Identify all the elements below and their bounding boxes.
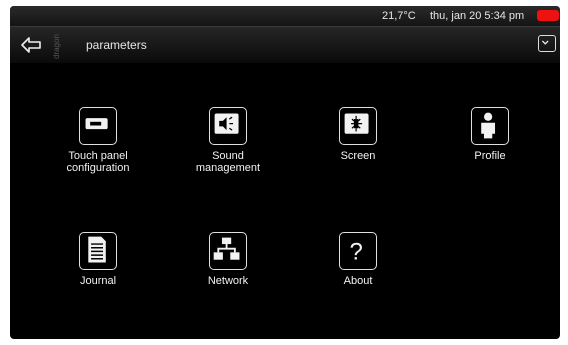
speaker-icon: [209, 107, 247, 145]
page-title: parameters: [86, 38, 147, 52]
tile-label: Touch panel configuration: [66, 150, 130, 174]
chevron-down-icon: [541, 40, 549, 45]
date-time: thu, jan 20 5:34 pm: [430, 10, 525, 22]
battery-icon: [537, 10, 559, 21]
tile-about[interactable]: ? About: [303, 232, 413, 287]
user-profile-icon: [471, 107, 509, 145]
tile-label: Screen: [340, 150, 376, 162]
tile-label: Sound management: [195, 150, 261, 174]
status-bar: 21,7°C thu, jan 20 5:34 pm: [10, 6, 560, 26]
title-bar: dragon parameters: [10, 26, 560, 63]
screen-brightness-icon: [339, 107, 377, 145]
svg-text:?: ?: [349, 239, 362, 266]
document-icon: [79, 232, 117, 270]
dropdown-button[interactable]: [538, 35, 556, 52]
tile-screen[interactable]: Screen: [303, 107, 413, 162]
tile-label: Network: [207, 275, 249, 287]
tile-sound-management[interactable]: Sound management: [173, 107, 283, 174]
tile-profile[interactable]: Profile: [435, 107, 545, 162]
panel-screen: 21,7°C thu, jan 20 5:34 pm dragon parame…: [10, 6, 560, 339]
back-arrow-icon[interactable]: [20, 36, 42, 54]
tile-network[interactable]: Network: [173, 232, 283, 287]
touch-panel-icon: [79, 107, 117, 145]
tile-journal[interactable]: Journal: [43, 232, 153, 287]
question-icon: ?: [339, 232, 377, 270]
tile-touch-panel-configuration[interactable]: Touch panel configuration: [43, 107, 153, 174]
vertical-tag: dragon: [52, 34, 61, 59]
tile-label: About: [343, 275, 373, 287]
temperature-readout: 21,7°C: [382, 10, 416, 22]
tile-label: Profile: [474, 150, 506, 162]
network-icon: [209, 232, 247, 270]
tile-label: Journal: [79, 275, 117, 287]
